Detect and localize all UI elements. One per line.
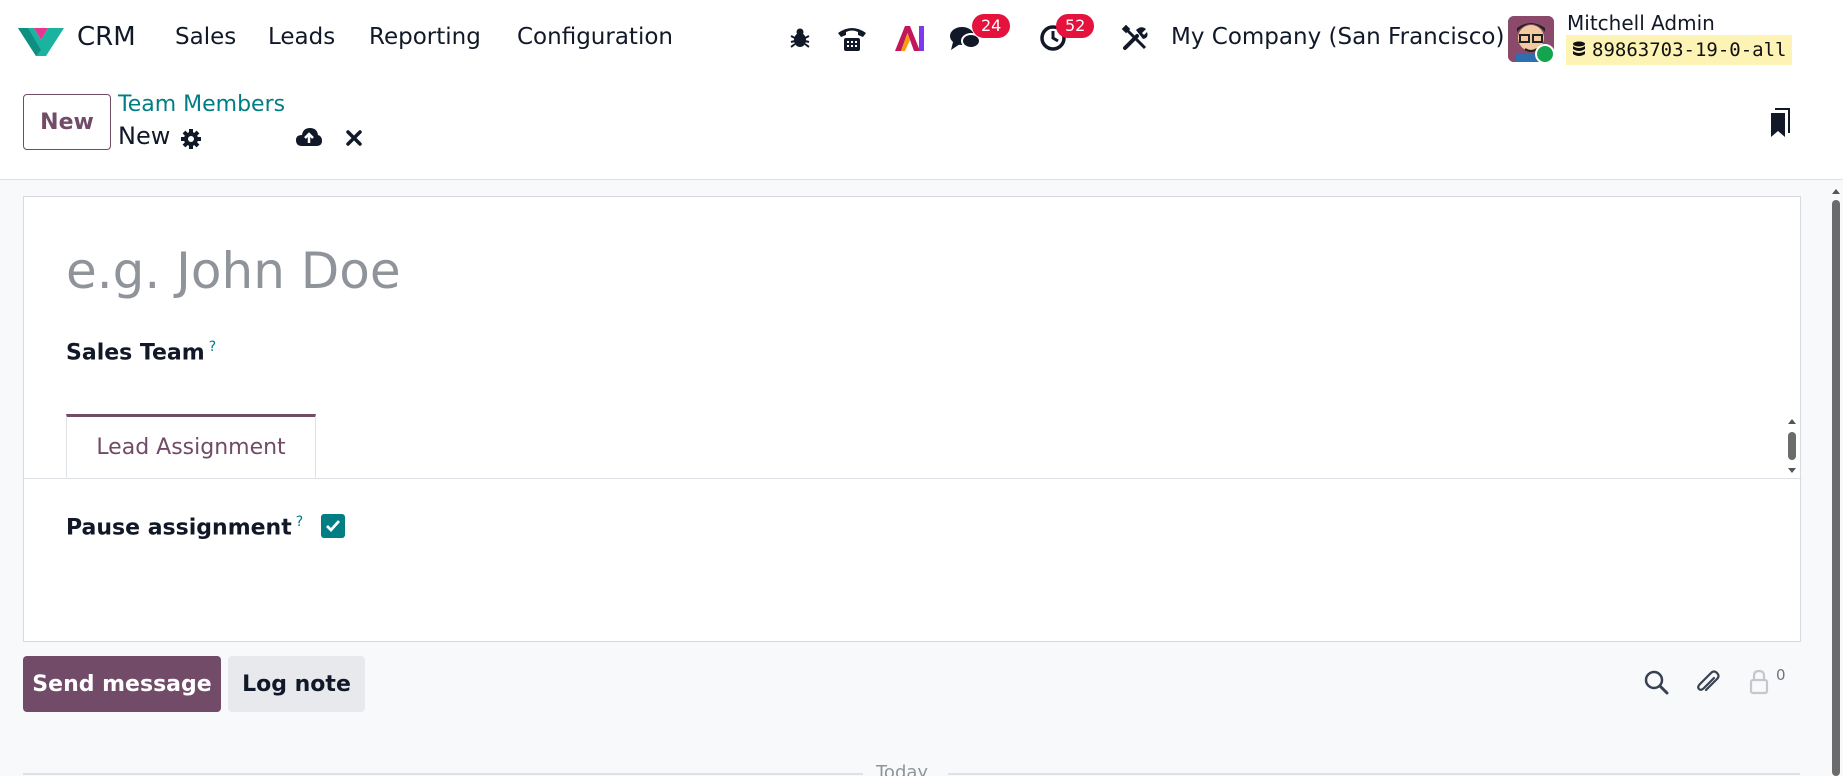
menu-item-leads[interactable]: Leads [268, 24, 335, 50]
tab-lead-assignment[interactable]: Lead Assignment [66, 414, 316, 478]
database-chip: 89863703-19-0-all [1566, 35, 1793, 65]
cloud-upload-icon[interactable] [294, 124, 324, 150]
phone-icon[interactable] [834, 20, 870, 56]
user-name[interactable]: Mitchell Admin [1567, 11, 1715, 35]
company-switcher[interactable]: My Company (San Francisco) [1171, 24, 1504, 50]
activities-badge: 52 [1056, 14, 1095, 38]
date-separator-label: Today [876, 762, 929, 776]
followers-icon[interactable] [1746, 668, 1772, 696]
search-icon[interactable] [1642, 668, 1670, 696]
crm-logo-icon[interactable] [16, 20, 66, 58]
menu-item-sales[interactable]: Sales [175, 24, 236, 50]
pause-assignment-checkbox[interactable] [321, 514, 345, 538]
database-name: 89863703-19-0-all [1592, 39, 1787, 61]
pause-assignment-field: Pause assignment? [66, 514, 303, 540]
sales-team-field: Sales Team? [66, 339, 216, 365]
activities-icon[interactable]: 52 [1036, 14, 1095, 56]
messages-badge: 24 [972, 14, 1011, 38]
new-button[interactable]: New [23, 94, 111, 150]
messages-icon[interactable]: 24 [948, 14, 1011, 56]
menu-item-configuration[interactable]: Configuration [517, 24, 673, 50]
pause-assignment-label: Pause assignment [66, 515, 292, 541]
sales-team-label: Sales Team [66, 340, 205, 366]
bookmark-icon[interactable] [1768, 106, 1792, 140]
breadcrumb-team-members[interactable]: Team Members [118, 92, 285, 117]
top-navbar: CRM Sales Leads Reporting Configuration [0, 0, 1843, 76]
ai-icon[interactable] [892, 20, 926, 56]
app-name[interactable]: CRM [77, 22, 136, 52]
menu-item-reporting[interactable]: Reporting [369, 24, 481, 50]
online-status-indicator [1535, 44, 1555, 64]
tab-divider [24, 478, 1802, 479]
followers-count: 0 [1776, 666, 1786, 684]
sales-team-help-icon[interactable]: ? [209, 339, 216, 355]
checkmark-icon [326, 520, 341, 533]
bug-icon[interactable] [786, 20, 814, 56]
control-panel: New Team Members New [0, 76, 1843, 180]
notebook-scrollbar[interactable] [1785, 416, 1799, 476]
log-note-button[interactable]: Log note [228, 656, 365, 712]
date-separator-line-left [23, 773, 863, 775]
database-icon [1573, 41, 1585, 56]
settings-tools-icon[interactable] [1120, 20, 1150, 56]
send-message-button[interactable]: Send message [23, 656, 221, 712]
date-separator-line-right [948, 773, 1800, 775]
record-title: New [118, 122, 171, 150]
gear-icon[interactable] [178, 126, 204, 152]
close-icon[interactable] [342, 126, 366, 150]
form-sheet: Sales Team? Lead Assignment Pause assign… [23, 196, 1802, 642]
paperclip-icon[interactable] [1693, 668, 1723, 698]
pause-assignment-help-icon[interactable]: ? [296, 514, 303, 530]
member-name-input[interactable] [66, 239, 966, 303]
page-scrollbar[interactable] [1830, 186, 1842, 776]
